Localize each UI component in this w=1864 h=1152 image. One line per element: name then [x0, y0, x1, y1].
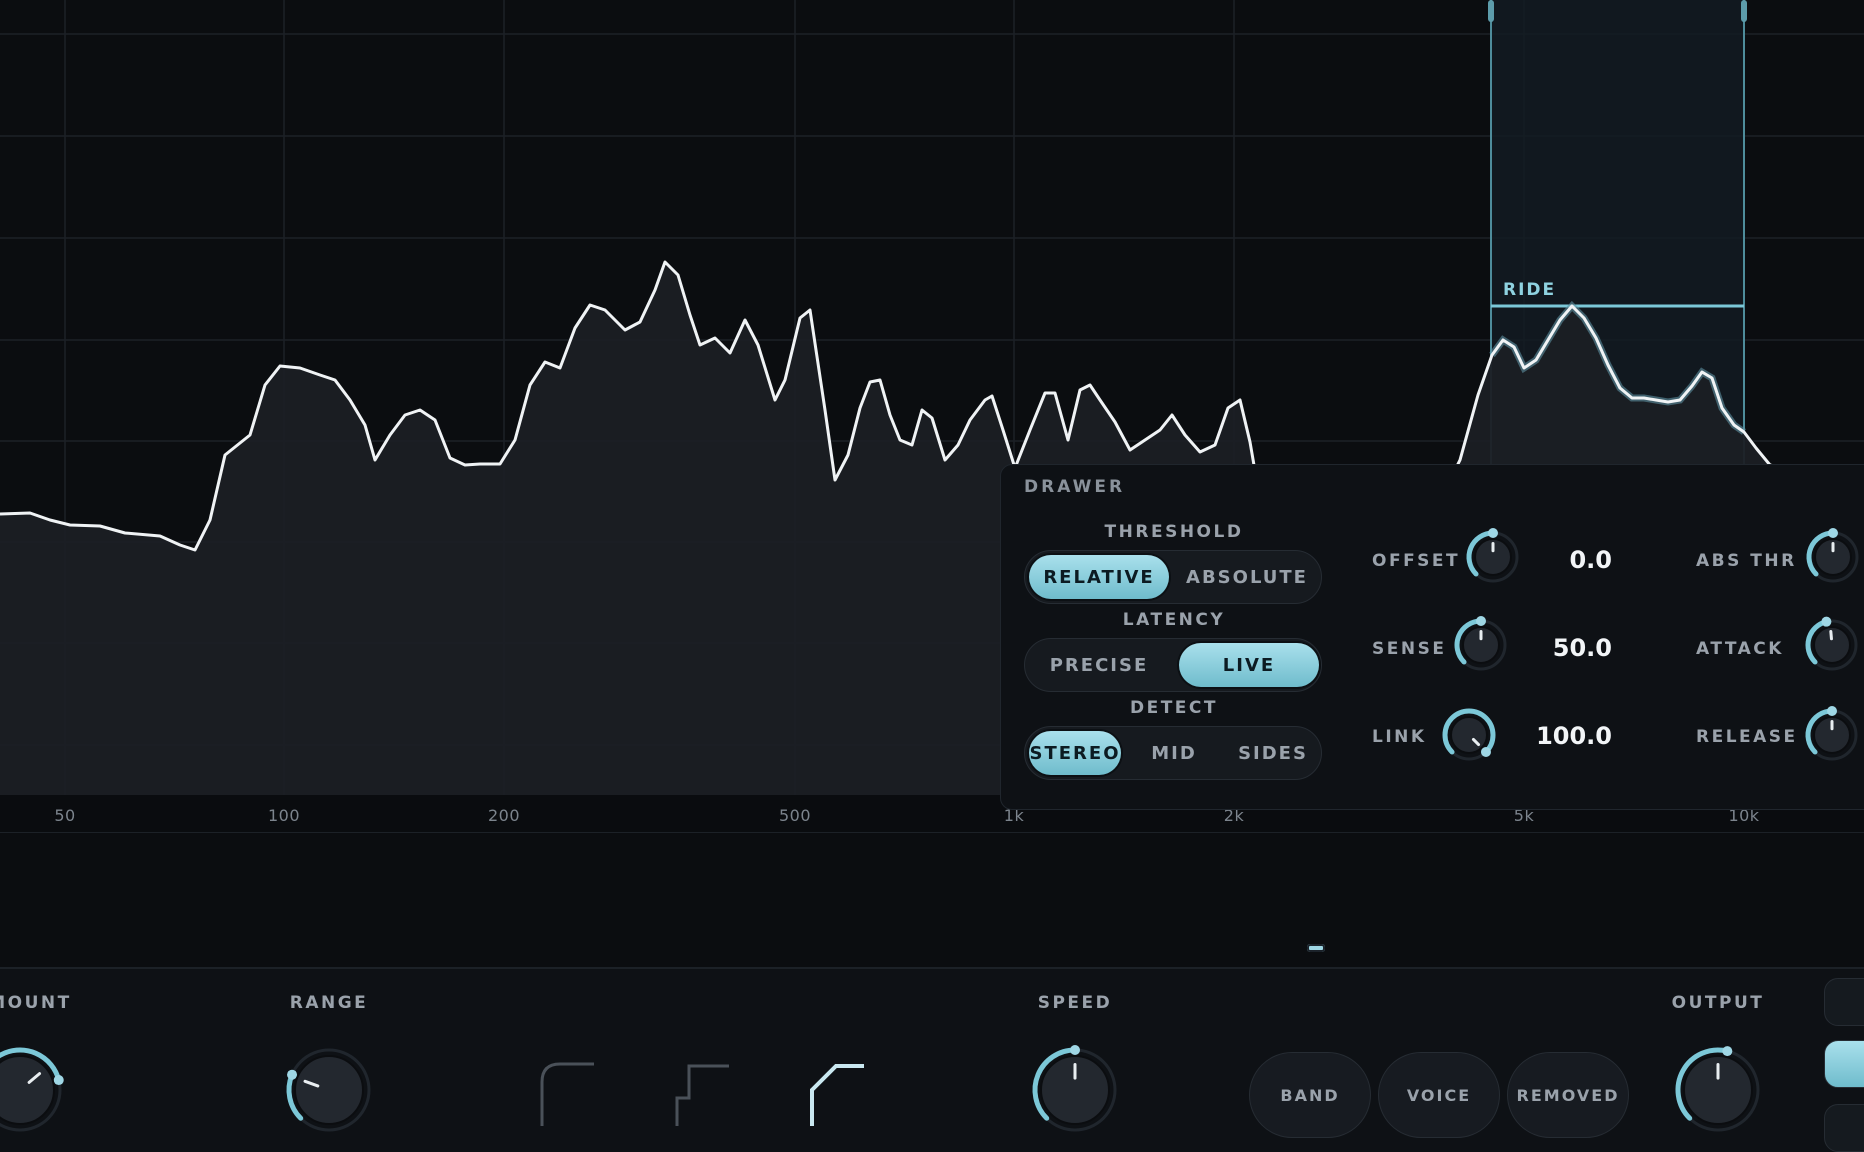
- freq-label-50: 50: [54, 806, 76, 825]
- abs-thr-label: ABS THR: [1696, 551, 1797, 571]
- abs-thr-knob[interactable]: [1803, 527, 1863, 587]
- range-knob[interactable]: [283, 1044, 375, 1136]
- threshold-selector: RELATIVE ABSOLUTE: [1024, 550, 1322, 604]
- sense-knob[interactable]: [1451, 615, 1511, 675]
- threshold-label: THRESHOLD: [1104, 522, 1244, 542]
- step-shape-icon[interactable]: [673, 1060, 733, 1128]
- side-button-bottom[interactable]: [1824, 1104, 1864, 1152]
- link-knob[interactable]: [1439, 705, 1499, 765]
- detect-sides-button[interactable]: SIDES: [1227, 731, 1319, 775]
- ride-band-left-handle[interactable]: [1488, 0, 1494, 22]
- speed-knob[interactable]: [1029, 1044, 1121, 1136]
- offset-label: OFFSET: [1372, 551, 1461, 571]
- latency-live-button[interactable]: LIVE: [1179, 643, 1319, 687]
- side-button-top[interactable]: [1824, 978, 1864, 1026]
- sense-label: SENSE: [1372, 639, 1447, 659]
- ride-band-right-handle[interactable]: [1741, 0, 1747, 22]
- voice-button[interactable]: VOICE: [1378, 1052, 1500, 1138]
- band-button[interactable]: BAND: [1249, 1052, 1371, 1138]
- detect-label: DETECT: [1129, 698, 1218, 718]
- freq-label-200: 200: [487, 806, 521, 825]
- latency-precise-button[interactable]: PRECISE: [1029, 643, 1169, 687]
- freq-label-100: 100: [267, 806, 301, 825]
- slope-shape-icon[interactable]: [808, 1060, 868, 1128]
- speed-label: SPEED: [1037, 993, 1113, 1013]
- removed-button[interactable]: REMOVED: [1507, 1052, 1629, 1138]
- threshold-absolute-button[interactable]: ABSOLUTE: [1175, 555, 1319, 599]
- latency-selector: PRECISE LIVE: [1024, 638, 1322, 692]
- soft-shape-icon[interactable]: [538, 1060, 598, 1128]
- panel-resize-handle[interactable]: [1307, 944, 1325, 952]
- attack-label: ATTACK: [1696, 639, 1784, 659]
- attack-knob[interactable]: [1802, 615, 1862, 675]
- drawer-title: DRAWER: [1024, 477, 1126, 497]
- output-label: OUTPUT: [1671, 993, 1765, 1013]
- amount-label: MOUNT: [0, 993, 72, 1013]
- latency-label: LATENCY: [1122, 610, 1226, 630]
- threshold-relative-button[interactable]: RELATIVE: [1029, 555, 1169, 599]
- amount-knob[interactable]: [0, 1044, 66, 1136]
- detect-stereo-button[interactable]: STEREO: [1029, 731, 1121, 775]
- release-label: RELEASE: [1696, 727, 1798, 747]
- link-value[interactable]: 100.0: [1492, 722, 1612, 750]
- link-label: LINK: [1372, 727, 1427, 747]
- detect-selector: STEREO MID SIDES: [1024, 726, 1322, 780]
- freq-label-500: 500: [778, 806, 812, 825]
- detect-mid-button[interactable]: MID: [1129, 731, 1219, 775]
- release-knob[interactable]: [1802, 705, 1862, 765]
- output-knob[interactable]: [1672, 1044, 1764, 1136]
- ride-band-label: RIDE: [1503, 280, 1557, 300]
- offset-knob[interactable]: [1463, 527, 1523, 587]
- range-label: RANGE: [289, 993, 369, 1013]
- side-button-middle[interactable]: [1824, 1040, 1864, 1088]
